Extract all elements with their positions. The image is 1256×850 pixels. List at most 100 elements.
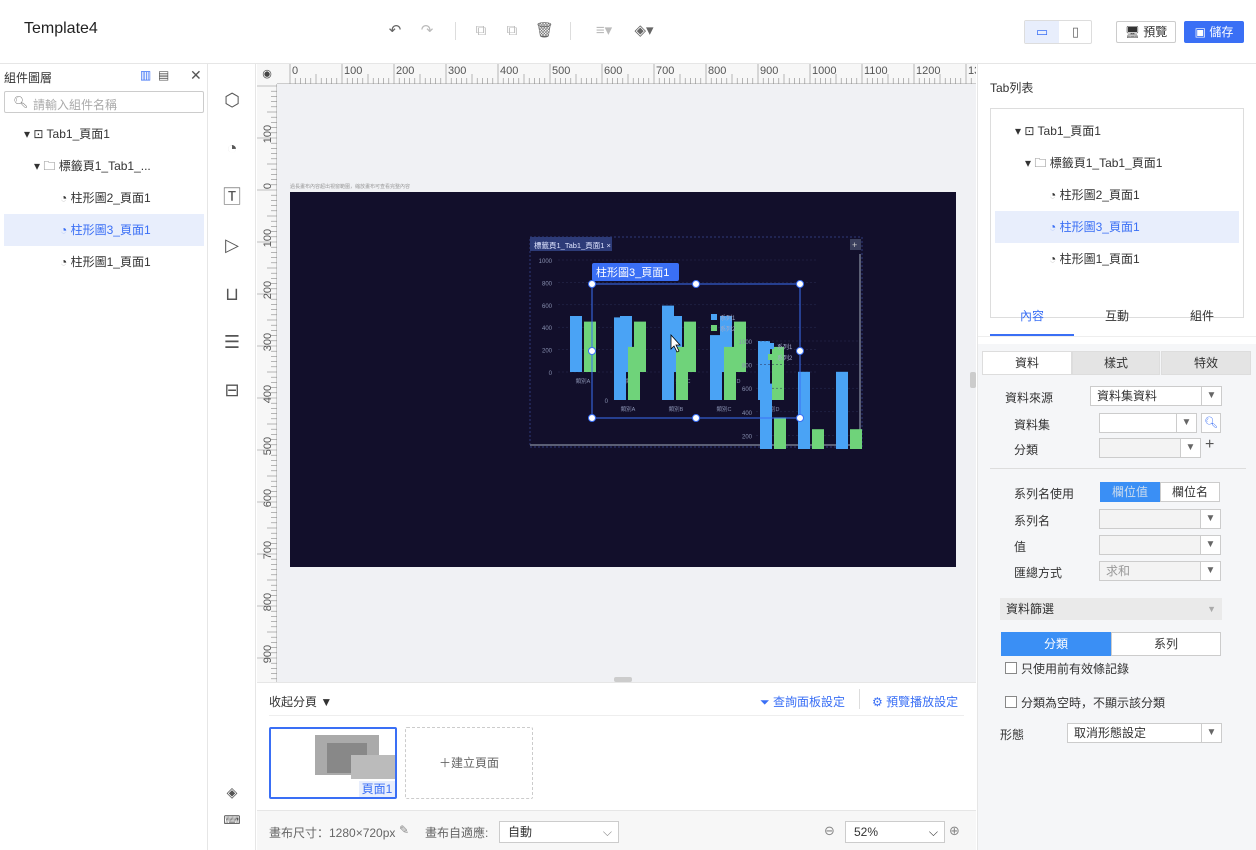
inbox-icon[interactable]: ⊔ <box>220 282 244 306</box>
subtab-effects[interactable]: 特效 <box>1161 351 1251 375</box>
ruler-label: 100 <box>262 229 274 247</box>
resize-handle[interactable] <box>796 347 804 355</box>
layer-item[interactable]: ▾ 🗀 標籤頁1_Tab1_... <box>0 150 204 182</box>
text-icon[interactable]: 🅃 <box>220 185 244 209</box>
adapt-select[interactable]: 自動 ⌵ <box>499 821 619 843</box>
zoom-select[interactable]: 52% ⌵ <box>845 821 945 843</box>
eye-icon[interactable]: ◉ <box>257 64 277 84</box>
tab-interaction[interactable]: 互動 <box>1075 302 1159 330</box>
chart-icon: ◔ <box>1049 252 1057 266</box>
collapse-pages[interactable]: 收起分頁 ▼ <box>269 693 332 710</box>
cube-icon[interactable]: ⬡ <box>220 88 244 112</box>
tree-item[interactable]: ◔ 柱形圖2_頁面1 <box>991 179 1243 211</box>
copy-icon[interactable]: ⧉ <box>472 22 490 40</box>
bar-series1 <box>570 316 582 372</box>
keyboard-icon[interactable]: ⌨ <box>220 808 244 832</box>
resize-handle[interactable] <box>588 414 596 422</box>
data-filter-header[interactable]: 資料篩選 ▼ <box>1000 598 1222 620</box>
align-icon[interactable]: ≡▾ <box>590 22 618 40</box>
axis-tick-label: 600 <box>542 304 553 310</box>
save-button[interactable]: ▣ 儲存 <box>1184 21 1244 43</box>
resize-handle[interactable] <box>692 414 700 422</box>
new-page-button[interactable]: ＋建立頁面 <box>405 727 533 799</box>
preview-button[interactable]: 🖥 預覽 <box>1116 21 1176 43</box>
legend-swatch <box>711 314 717 320</box>
hide-empty-checkbox[interactable] <box>1005 696 1017 708</box>
mobile-icon[interactable]: ▯ <box>1059 21 1092 43</box>
shape-label: 形態 <box>1000 728 1025 742</box>
resize-handle[interactable] <box>796 280 804 288</box>
resize-handle[interactable] <box>588 280 596 288</box>
split-view-icon[interactable]: ▥ <box>140 68 151 82</box>
redo-icon[interactable]: ↷ <box>418 22 436 40</box>
table-icon[interactable]: ☰ <box>220 330 244 354</box>
archive-icon[interactable]: ⊟ <box>220 378 244 402</box>
ruler-label: 1000 <box>812 65 836 77</box>
ruler-vertical: 100 0 100 200 300 400 500 600 700 800 900 <box>257 84 277 682</box>
layer-item[interactable]: ▾ ⊡ Tab1_頁面1 <box>0 118 204 150</box>
axis-tick-label: 400 <box>742 411 753 417</box>
filter-tab-series[interactable]: 系列 <box>1111 632 1221 656</box>
paste-icon[interactable]: ⧉ <box>503 22 521 40</box>
folder-icon: 🗀 <box>43 159 56 173</box>
add-icon[interactable]: + <box>1205 436 1214 454</box>
tab-component[interactable]: 組件 <box>1160 302 1244 330</box>
toggle-field-name[interactable]: 欄位名 <box>1160 482 1220 502</box>
ruler-label: 700 <box>656 65 674 77</box>
delete-icon[interactable]: 🗑 <box>535 22 554 40</box>
preview-settings-button[interactable]: ⚙ 預覽播放設定 <box>872 693 958 710</box>
adapt-label: 畫布自適應: <box>425 826 489 840</box>
desktop-icon[interactable]: ▭ <box>1025 21 1059 43</box>
tree-item-selected[interactable]: ◔ 柱形圖3_頁面1 <box>995 211 1239 243</box>
valid-records-label: 只使用前有效條記錄 <box>1021 662 1130 676</box>
aggregation-select[interactable]: 求和 ▼ <box>1099 561 1221 581</box>
chevron-down-icon: ▼ <box>1200 562 1220 580</box>
search-icon[interactable]: 🔍︎ <box>1201 413 1221 433</box>
dataset-select[interactable]: ▼ <box>1099 413 1197 433</box>
status-bar: 畫布尺寸：1280×720px ✎ 畫布自適應: 自動 ⌵ ⊖ 52% ⌵ ⊕ <box>257 810 976 850</box>
ruler-label: 100 <box>344 65 362 77</box>
toggle-field-value[interactable]: 欄位值 <box>1100 482 1160 502</box>
panel-view-icon[interactable]: ▤ <box>158 68 169 82</box>
layer-search[interactable]: 🔍︎ 請輸入組件名稱 <box>4 91 204 113</box>
series-name-use-label: 系列名使用 <box>1014 487 1075 501</box>
page-thumbnail[interactable]: 頁面1 <box>269 727 397 799</box>
subtab-data[interactable]: 資料 <box>982 351 1072 375</box>
query-panel-button[interactable]: ⏷ 查詢面板設定 <box>760 693 845 710</box>
data-source-select[interactable]: 資料集資料 ▼ <box>1090 386 1222 406</box>
ruler-label: 200 <box>396 65 414 77</box>
close-icon[interactable]: ✕ <box>190 67 202 84</box>
series-name-select[interactable]: ▼ <box>1099 509 1221 529</box>
valid-records-checkbox[interactable] <box>1005 662 1017 674</box>
category-select[interactable]: ▼ <box>1099 438 1201 458</box>
layer-item-selected[interactable]: ◔ 柱形圖3_頁面1 <box>4 214 204 246</box>
resize-handle[interactable] <box>692 280 700 288</box>
tree-item[interactable]: ▾ 🗀 標籤頁1_Tab1_頁面1 <box>991 147 1243 179</box>
layer-item[interactable]: ◔ 柱形圖1_頁面1 <box>0 246 204 278</box>
tab-content[interactable]: 內容 <box>990 302 1074 330</box>
filter-icon: ⏷ <box>760 695 770 709</box>
shape-select[interactable]: 取消形態設定 ▼ <box>1067 723 1222 743</box>
canvas-size: 畫布尺寸：1280×720px <box>269 826 396 840</box>
zoom-in-icon[interactable]: ⊕ <box>949 823 960 839</box>
pie-chart-icon[interactable]: ◔ <box>220 136 244 160</box>
layer-item[interactable]: ◔ 柱形圖2_頁面1 <box>0 182 204 214</box>
media-icon[interactable]: ▷ <box>220 233 244 257</box>
tree-item[interactable]: ◔ 柱形圖1_頁面1 <box>991 243 1243 275</box>
value-select[interactable]: ▼ <box>1099 535 1221 555</box>
search-input[interactable]: 請輸入組件名稱 <box>33 96 117 113</box>
panel-resize-handle[interactable] <box>970 372 976 388</box>
chevron-down-icon: ▼ <box>1200 536 1220 554</box>
resize-handle[interactable] <box>588 347 596 355</box>
edit-icon[interactable]: ✎ <box>399 823 409 837</box>
filter-tab-category[interactable]: 分類 <box>1001 632 1111 656</box>
zoom-out-icon[interactable]: ⊖ <box>824 823 835 839</box>
layers-icon[interactable]: ◈ <box>220 780 244 804</box>
ruler-label: 700 <box>262 541 274 559</box>
layer-order-icon[interactable]: ◈▾ <box>630 22 658 40</box>
undo-icon[interactable]: ↶ <box>386 22 404 40</box>
tree-item[interactable]: ▾ ⊡ Tab1_頁面1 <box>991 115 1243 147</box>
resize-handle[interactable] <box>796 414 804 422</box>
legend-label: 系列2 <box>720 325 736 333</box>
subtab-style[interactable]: 樣式 <box>1072 351 1160 375</box>
